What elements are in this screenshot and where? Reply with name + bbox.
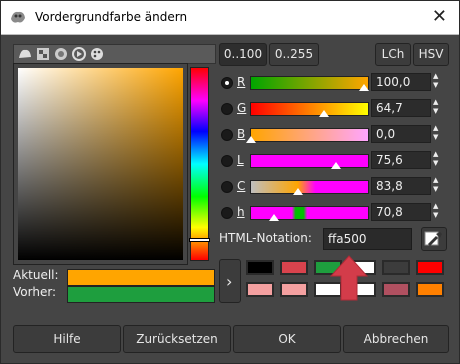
channel-value-input[interactable]: 75,6 [371,151,431,169]
channel-slider[interactable] [250,154,369,169]
cancel-button[interactable]: Abbrechen [343,325,449,353]
slider-thumb[interactable] [269,214,279,221]
slider-thumb[interactable] [319,110,329,117]
channel-slider[interactable] [250,206,369,221]
previous-color-swatch[interactable] [67,286,215,303]
history-color-swatch[interactable] [246,260,274,275]
history-color-swatch[interactable] [280,260,308,275]
spin-arrows[interactable]: ▲ ▼ [433,124,445,142]
html-notation-input[interactable]: ffa500 [323,228,412,250]
spin-arrows[interactable]: ▲ ▼ [433,202,445,220]
saturation-value-area[interactable] [13,63,188,265]
spin-down-icon[interactable]: ▼ [433,159,445,168]
lch-button[interactable]: LCh [375,43,411,66]
gimp-selector-icon[interactable] [17,46,33,62]
channel-value-input[interactable]: 0,0 [371,125,431,143]
channel-label: B [237,127,246,141]
slider-thumb[interactable] [331,162,341,169]
channel-label: G [237,101,247,115]
cmyk-selector-icon[interactable] [35,46,51,62]
window-title: Vordergrundfarbe ändern [35,10,188,24]
channel-label: R [237,75,246,89]
history-toggle-button[interactable]: › [219,259,241,303]
channel-slider[interactable] [250,102,369,117]
close-icon[interactable]: ✕ [432,6,447,27]
range-0-255-button[interactable]: 0..255 [269,43,319,66]
spin-up-icon[interactable]: ▲ [433,150,445,159]
spin-arrows[interactable]: ▲ ▼ [433,72,445,90]
channel-radio[interactable] [221,181,233,193]
spin-down-icon[interactable]: ▼ [433,133,445,142]
channel-row-r: R 100,0 ▲ ▼ [219,72,451,93]
spin-up-icon[interactable]: ▲ [433,72,445,81]
channel-slider[interactable] [250,180,369,195]
hue-strip[interactable] [190,67,209,261]
channel-radio[interactable] [221,155,233,167]
ok-button[interactable]: OK [233,325,341,353]
spin-up-icon[interactable]: ▲ [433,98,445,107]
spin-arrows[interactable]: ▲ ▼ [433,176,445,194]
history-color-swatch[interactable] [280,282,308,297]
palette-selector-icon[interactable] [89,46,105,62]
slider-thumb[interactable] [246,136,256,143]
channel-slider[interactable] [250,76,369,91]
channel-slider[interactable] [246,128,369,143]
current-label: Aktuell: [13,268,59,282]
channel-value-input[interactable]: 64,7 [371,99,431,117]
chevron-right-icon: › [226,272,233,291]
channel-radio[interactable] [221,77,233,89]
channel-radio[interactable] [221,207,233,219]
spin-up-icon[interactable]: ▲ [433,202,445,211]
spin-arrows[interactable]: ▲ ▼ [433,150,445,168]
history-color-swatch[interactable] [416,260,444,275]
channel-label: C [237,179,246,193]
channel-row-l: L 75,6 ▲ ▼ [219,150,451,171]
channel-row-g: G 64,7 ▲ ▼ [219,98,451,119]
spin-down-icon[interactable]: ▼ [433,81,445,90]
color-selector-tabs [13,44,216,64]
previous-label: Vorher: [13,285,57,299]
spin-arrows[interactable]: ▲ ▼ [433,98,445,116]
history-color-swatch[interactable] [416,282,444,297]
spin-down-icon[interactable]: ▼ [433,107,445,116]
watercolor-selector-icon[interactable] [53,46,69,62]
hue-marker[interactable] [189,237,210,242]
spin-up-icon[interactable]: ▲ [433,124,445,133]
channel-radio[interactable] [221,103,233,115]
channel-row-c: C 83,8 ▲ ▼ [219,176,451,197]
channel-label: h [237,205,245,219]
slider-thumb[interactable] [359,84,369,91]
history-color-swatch[interactable] [382,260,410,275]
range-0-100-button[interactable]: 0..100 [219,43,267,66]
channel-value-input[interactable]: 70,8 [371,203,431,221]
channel-value-input[interactable]: 83,8 [371,177,431,195]
color-dialog: Vordergrundfarbe ändern ✕ Aktuell: Vorhe… [0,0,460,364]
channel-value-input[interactable]: 100,0 [371,73,431,91]
gimp-app-icon [11,11,25,23]
saturation-value-square[interactable] [18,68,183,260]
channel-label: L [237,153,244,167]
annotation-arrow-icon [329,255,369,301]
html-notation-label: HTML-Notation: [219,231,312,245]
history-color-swatch[interactable] [246,282,274,297]
spin-down-icon[interactable]: ▼ [433,211,445,220]
help-button[interactable]: Hilfe [13,325,121,353]
spin-up-icon[interactable]: ▲ [433,176,445,185]
channel-row-h: h 70,8 ▲ ▼ [219,202,451,223]
slider-thumb[interactable] [293,188,303,195]
color-picker-button[interactable] [421,227,447,251]
current-color-swatch [67,269,215,286]
wheel-selector-icon[interactable] [71,46,87,62]
channel-row-b: B 0,0 ▲ ▼ [219,124,451,145]
channel-radio[interactable] [221,129,233,141]
hsv-button[interactable]: HSV [413,43,449,66]
history-color-swatch[interactable] [382,282,410,297]
eyedropper-icon [424,231,442,246]
reset-button[interactable]: Zurücksetzen [123,325,231,353]
title-bar: Vordergrundfarbe ändern ✕ [1,1,459,35]
spin-down-icon[interactable]: ▼ [433,185,445,194]
